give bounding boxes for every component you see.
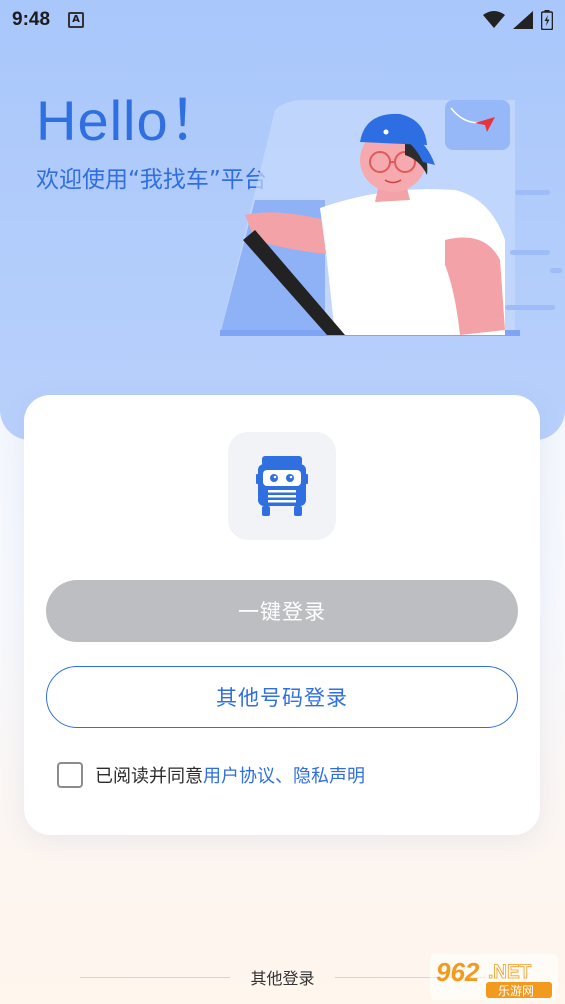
other-login-label[interactable]: 其他登录 bbox=[250, 965, 314, 989]
watermark-logo: 962 .NET 乐游网 bbox=[430, 954, 558, 1000]
one-click-login-button[interactable]: 一键登录 bbox=[46, 580, 518, 642]
agreement-row: 已阅读并同意 用户协议、隐私声明 bbox=[57, 762, 365, 788]
svg-text:乐游网: 乐游网 bbox=[498, 984, 534, 998]
agreement-checkbox[interactable] bbox=[57, 762, 83, 788]
app-logo bbox=[228, 432, 336, 540]
battery-icon bbox=[541, 10, 553, 30]
status-bar: 9:48 A bbox=[0, 0, 565, 40]
svg-text:.NET: .NET bbox=[488, 962, 532, 983]
status-icons bbox=[483, 10, 553, 30]
svg-text:962: 962 bbox=[436, 957, 480, 987]
status-time: 9:48 bbox=[12, 9, 51, 30]
truck-logo-icon bbox=[256, 456, 308, 516]
hello-title: Hello！ bbox=[36, 89, 226, 152]
driver-illustration bbox=[220, 100, 562, 336]
divider-left bbox=[80, 976, 231, 978]
login-card: 一键登录 其他号码登录 已阅读并同意 用户协议、隐私声明 bbox=[24, 395, 540, 835]
other-number-login-button[interactable]: 其他号码登录 bbox=[46, 666, 518, 728]
a-notification-icon: A bbox=[68, 12, 85, 28]
agreement-prefix: 已阅读并同意 bbox=[95, 766, 203, 787]
hero-banner: 9:48 A Hello！ 欢迎使用“我找车”平台 bbox=[0, 0, 565, 440]
agreement-links[interactable]: 用户协议、隐私声明 bbox=[203, 762, 365, 788]
wifi-icon bbox=[483, 11, 505, 28]
signal-icon bbox=[513, 11, 533, 29]
